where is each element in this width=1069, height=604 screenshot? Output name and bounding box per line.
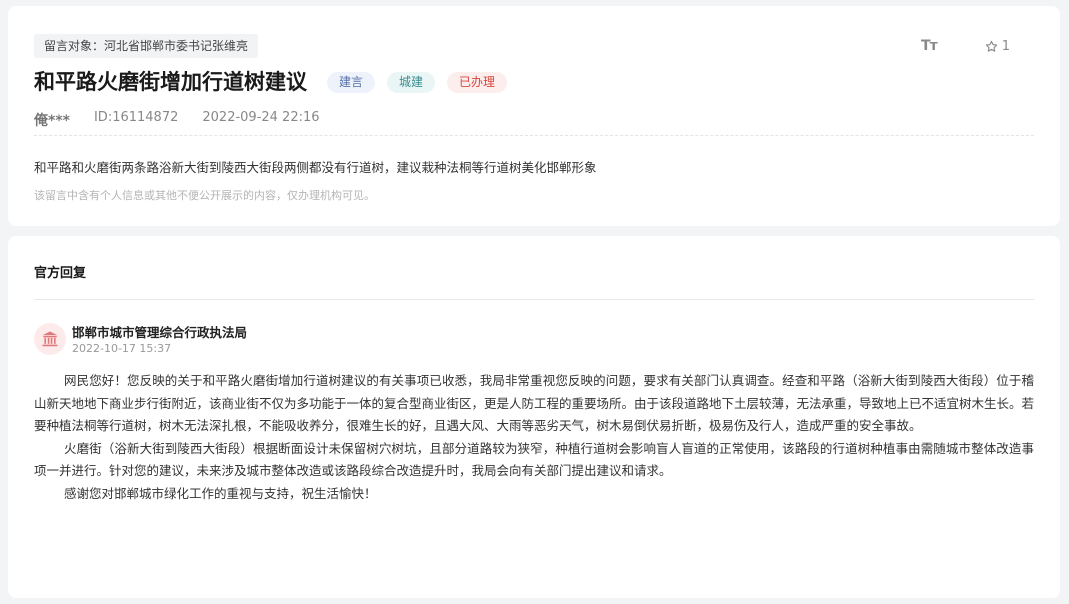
message-id: ID:16114872 (93, 110, 179, 125)
message-card: 留言对象：河北省邯郸市委书记张维亮 和平路火磨街增加行道树建议 建言 城建 已办… (8, 6, 1060, 226)
government-building-icon (42, 331, 58, 347)
favorite-count: 1 (1001, 38, 1010, 54)
message-tags: 建言 城建 已办理 (327, 72, 508, 93)
favorite-button[interactable]: 1 (985, 39, 1010, 54)
message-target: 留言对象：河北省邯郸市委书记张维亮 (34, 34, 259, 58)
font-size-icon[interactable]: Tт (921, 38, 938, 54)
status-badge: 已办理 (447, 72, 508, 93)
message-tools: Tт 1 (921, 38, 1010, 54)
message-meta: 俺*** ID:16114872 2022-09-24 22:16 (34, 110, 320, 130)
reply-paragraph: 火磨街（浴新大街到陵西大街段）根据断面设计未保留树穴树坑，且部分道路较为狭窄，种… (34, 440, 1034, 479)
divider (34, 299, 1034, 300)
star-icon (985, 40, 997, 52)
author-name: 俺*** (34, 113, 70, 129)
reply-paragraph: 网民您好！您反映的关于和平路火磨街增加行道树建议的有关事项已收悉，我局非常重视您… (34, 373, 1035, 433)
divider (34, 135, 1034, 136)
reply-heading: 官方回复 (34, 266, 87, 281)
tag-suggestion: 建言 (327, 72, 376, 93)
page-title: 和平路火磨街增加行道树建议 (34, 70, 307, 94)
tag-construction: 城建 (387, 72, 436, 93)
message-datetime: 2022-09-24 22:16 (202, 110, 320, 125)
avatar (34, 323, 66, 355)
reply-time: 2022-10-17 15:37 (72, 342, 172, 355)
message-content: 和平路和火磨街两条路浴新大街到陵西大街段两侧都没有行道树，建议栽种法桐等行道树美… (34, 160, 597, 175)
reply-body: 网民您好！您反映的关于和平路火磨街增加行道树建议的有关事项已收悉，我局非常重视您… (34, 370, 1034, 505)
org-name: 邯郸市城市管理综合行政执法局 (72, 325, 248, 340)
reply-card: 官方回复 邯郸市城市管理综合行政执法局 2022-10-17 15:37 网民您… (8, 236, 1060, 598)
reply-paragraph: 感谢您对邯郸城市绿化工作的重视与支持，祝生活愉快！ (64, 485, 377, 501)
privacy-notice: 该留言中含有个人信息或其他不便公开展示的内容，仅办理机构可见。 (34, 189, 375, 202)
